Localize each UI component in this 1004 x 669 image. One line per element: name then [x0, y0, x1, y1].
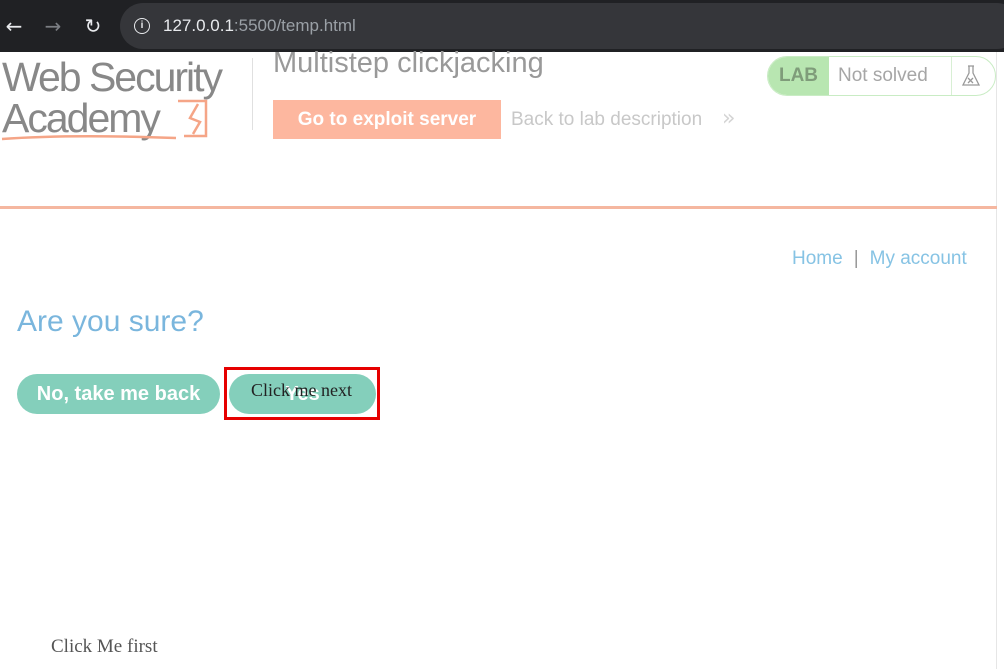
flask-icon	[961, 65, 981, 86]
academy-logo[interactable]: Web Security Academy	[0, 52, 250, 147]
top-nav: Home | My account	[792, 248, 967, 270]
exploit-server-button[interactable]: Go to exploit server	[273, 100, 501, 139]
header-divider	[252, 58, 253, 130]
header-rule	[0, 206, 997, 209]
browser-toolbar: ← → ↻ i 127.0.0.1:5500/temp.html	[0, 0, 1004, 52]
url-text[interactable]: 127.0.0.1:5500/temp.html	[163, 16, 356, 36]
back-to-lab-link[interactable]: Back to lab description	[511, 109, 702, 131]
nav-home-link[interactable]: Home	[792, 248, 843, 269]
page-heading: Are you sure?	[17, 305, 204, 338]
nav-my-account-link[interactable]: My account	[870, 248, 967, 269]
no-take-me-back-button[interactable]: No, take me back	[17, 374, 220, 414]
decoy-click-next-text[interactable]: Click me next	[251, 380, 352, 401]
lab-status-divider	[951, 57, 952, 95]
url-path: :5500/temp.html	[233, 16, 356, 35]
nav-separator: |	[853, 248, 859, 269]
decoy-click-first-text[interactable]: Click Me first	[51, 636, 158, 658]
lab-badge: LAB	[768, 57, 829, 95]
scroll-edge	[996, 52, 997, 669]
double-chevron-icon: »	[722, 106, 736, 131]
forward-arrow-icon[interactable]: →	[40, 13, 66, 39]
logo-bolt-icon	[1, 99, 208, 141]
url-host: 127.0.0.1	[163, 16, 234, 35]
lab-status-widget: LAB Not solved	[767, 56, 996, 96]
address-bar[interactable]: i 127.0.0.1:5500/temp.html	[120, 3, 1004, 49]
info-icon[interactable]: i	[134, 18, 150, 34]
back-arrow-icon[interactable]: ←	[1, 13, 27, 39]
lab-status-text: Not solved	[838, 65, 928, 86]
reload-icon[interactable]: ↻	[80, 13, 106, 39]
lab-title: Multistep clickjacking	[273, 47, 544, 79]
